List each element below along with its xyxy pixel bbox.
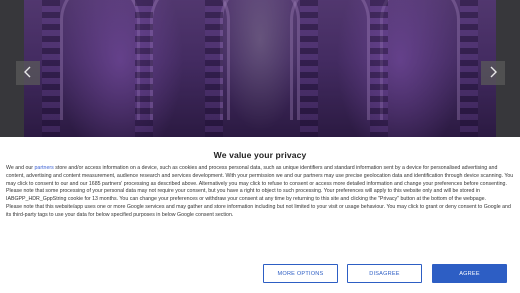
consent-text-post: store and/or access information on a dev… — [6, 165, 514, 203]
carousel-next-button[interactable] — [481, 61, 505, 85]
more-options-button[interactable]: MORE OPTIONS — [263, 264, 338, 283]
consent-paragraph-1: We and our partners store and/or access … — [6, 165, 514, 204]
consent-paragraph-2: Please note that this website/app uses o… — [6, 203, 511, 218]
consent-text-pre: We and our — [6, 165, 35, 171]
carousel-prev-button[interactable] — [16, 61, 40, 85]
partners-link[interactable]: partners — [35, 165, 54, 171]
agree-button[interactable]: AGREE — [432, 264, 507, 283]
chevron-right-icon — [488, 66, 498, 81]
consent-title: We value your privacy — [213, 150, 307, 160]
chevron-left-icon — [23, 66, 33, 81]
dim-overlay — [0, 0, 520, 137]
disagree-button[interactable]: DISAGREE — [347, 264, 422, 283]
